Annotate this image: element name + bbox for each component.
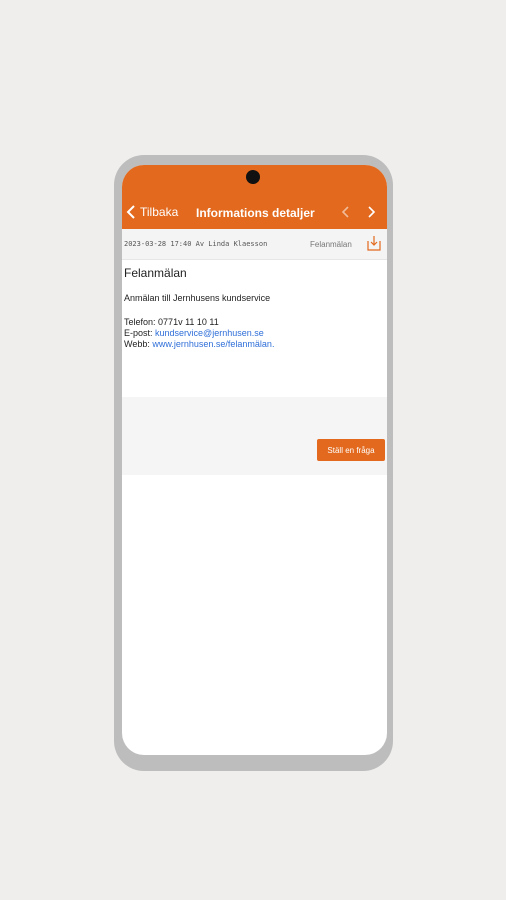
- front-camera: [246, 170, 260, 184]
- email-link[interactable]: kundservice@jernhusen.se: [155, 328, 264, 338]
- web-label: Webb:: [124, 339, 150, 349]
- phone-value: 0771v 11 10 11: [158, 317, 219, 327]
- back-button[interactable]: Tilbaka: [126, 205, 178, 219]
- app-screen: Tilbaka Informations detaljer 2023-03-28…: [122, 165, 387, 755]
- contact-block: Telefon: 0771v 11 10 11 E-post: kundserv…: [124, 317, 274, 350]
- category-label: Felanmälan: [310, 240, 352, 249]
- back-chevron-icon: [126, 205, 135, 219]
- date-author: 2023-03-28 17:40 Av Linda Klaesson: [124, 240, 268, 248]
- meta-row: 2023-03-28 17:40 Av Linda Klaesson Felan…: [122, 229, 387, 260]
- phone-line: Telefon: 0771v 11 10 11: [124, 317, 274, 328]
- web-link[interactable]: www.jernhusen.se/felanmälan.: [152, 339, 274, 349]
- email-line: E-post: kundservice@jernhusen.se: [124, 328, 274, 339]
- web-line: Webb: www.jernhusen.se/felanmälan.: [124, 339, 274, 350]
- prev-arrow-icon[interactable]: [340, 205, 352, 219]
- back-label: Tilbaka: [140, 205, 179, 219]
- page-title: Informations detaljer: [196, 206, 315, 220]
- action-area: [122, 397, 387, 475]
- phone-label: Telefon:: [124, 317, 156, 327]
- next-arrow-icon[interactable]: [365, 205, 377, 219]
- article-title: Felanmälan: [124, 266, 187, 280]
- article-intro: Anmälan till Jernhusens kundservice: [124, 293, 271, 303]
- download-icon[interactable]: [367, 235, 381, 251]
- email-label: E-post:: [124, 328, 153, 338]
- ask-question-button[interactable]: Ställ en fråga: [317, 439, 385, 461]
